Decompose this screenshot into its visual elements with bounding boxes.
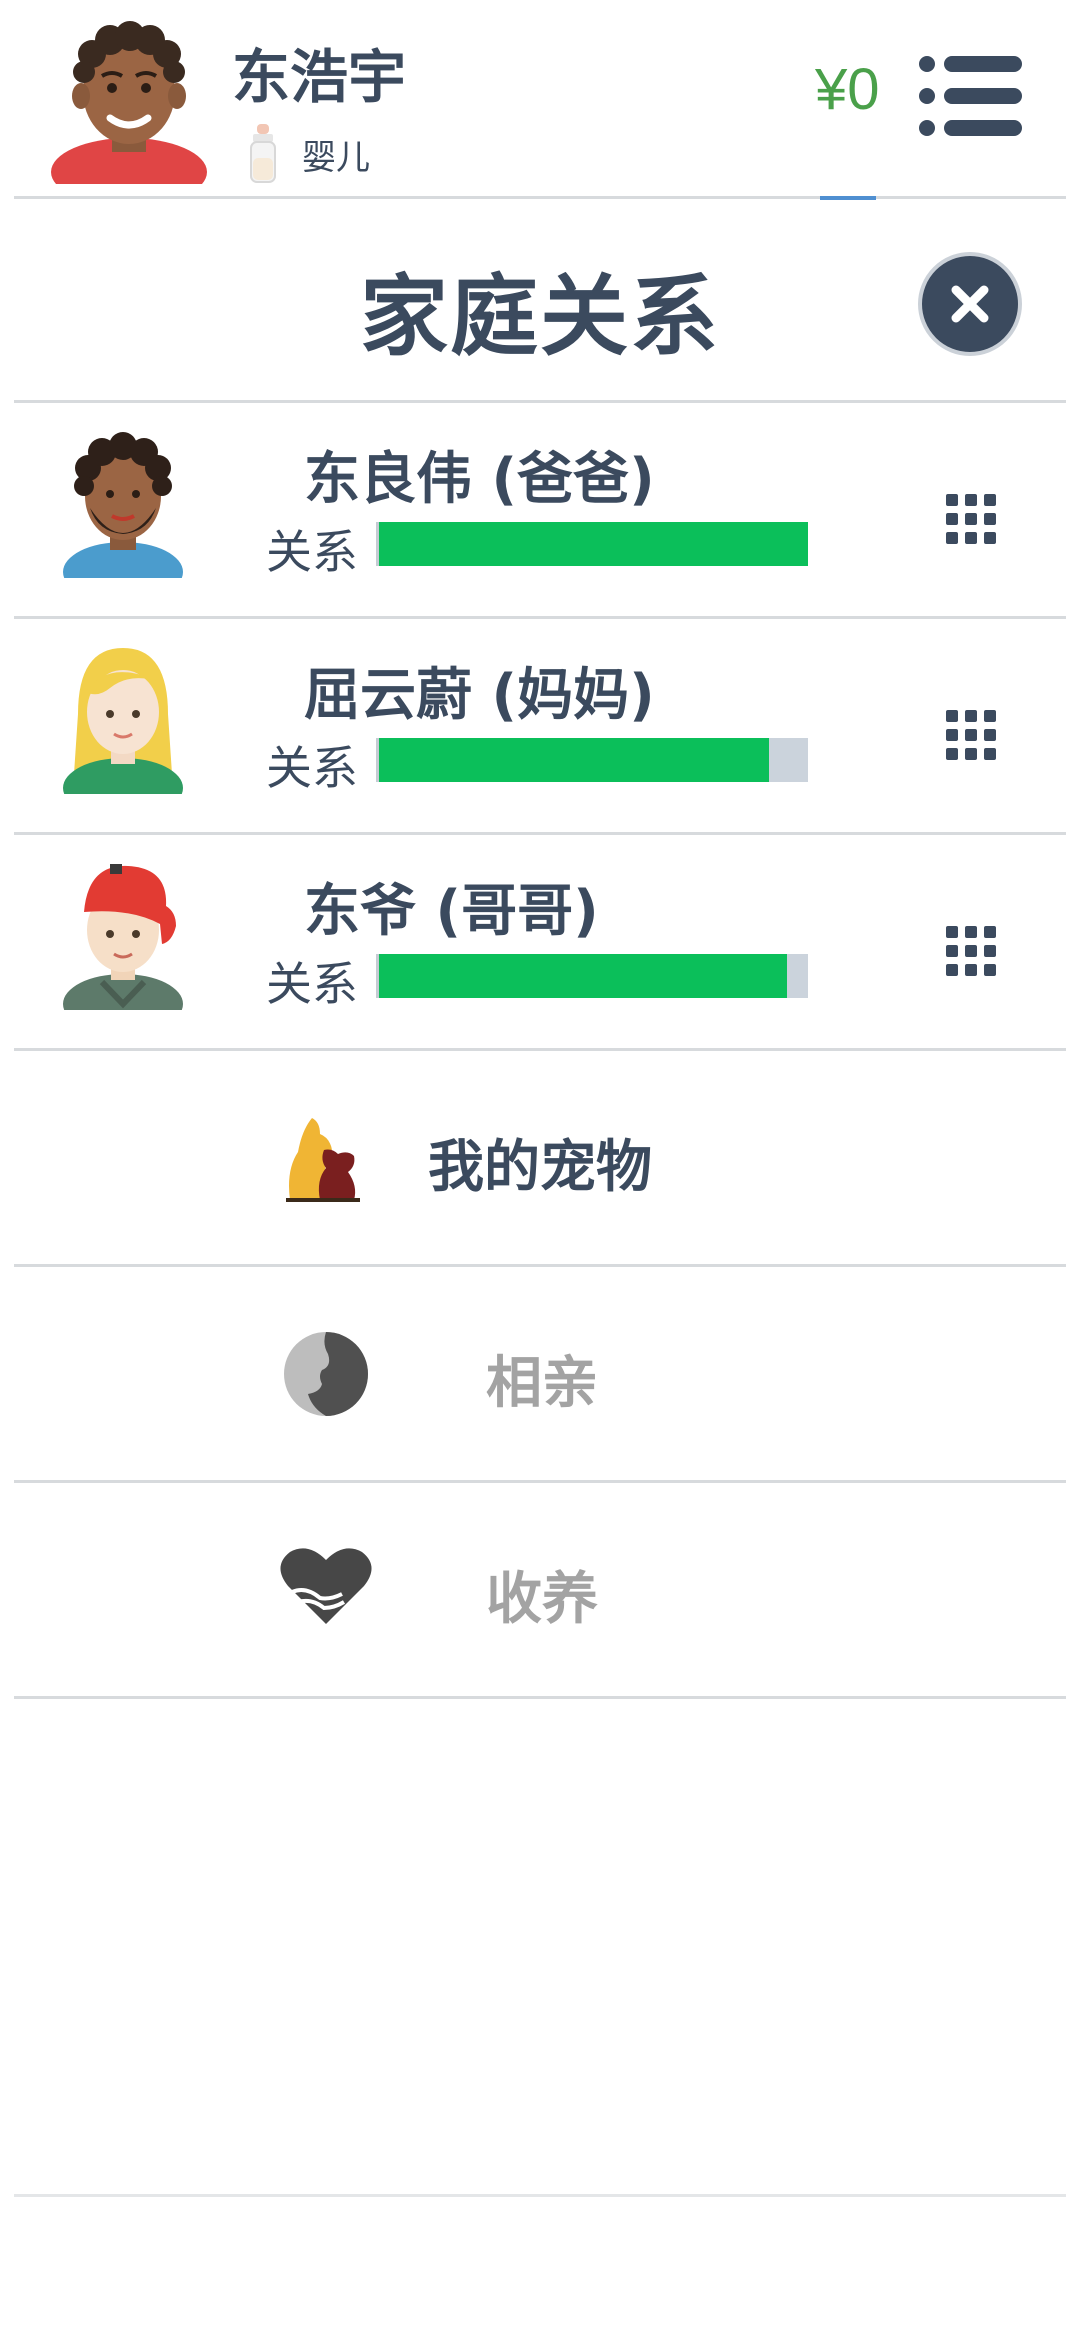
relation-bar	[376, 522, 808, 566]
life-stage: 婴儿	[246, 124, 370, 184]
header-accent-line	[820, 196, 876, 200]
player-name: 东浩宇	[232, 43, 407, 111]
top-header: 东浩宇 婴儿 ¥0	[0, 0, 1080, 196]
dating-icon	[284, 1332, 368, 1416]
dating-menu-item[interactable]: 相亲	[0, 1268, 1080, 1480]
relation-bar-fill	[379, 954, 787, 998]
bottom-divider	[14, 2194, 1066, 2197]
divider	[14, 1264, 1066, 1267]
family-member-name: 东良伟 (爸爸)	[304, 447, 655, 512]
baby-bottle-icon	[250, 124, 276, 183]
more-options-grid-icon[interactable]	[946, 494, 996, 544]
pets-label: 我的宠物	[428, 1135, 652, 1200]
family-row-father[interactable]: 东良伟 (爸爸) 关系	[0, 404, 1080, 616]
relation-bar-fill	[379, 738, 770, 782]
divider	[14, 400, 1066, 403]
close-icon	[951, 285, 989, 323]
relation-label: 关系	[266, 957, 358, 1011]
adopt-menu-item[interactable]: 收养	[0, 1484, 1080, 1696]
adopt-label: 收养	[486, 1567, 598, 1632]
family-member-name: 屈云蔚 (妈妈)	[304, 663, 655, 728]
player-avatar[interactable]	[44, 14, 214, 184]
mother-avatar	[63, 648, 183, 794]
divider	[14, 832, 1066, 835]
divider	[14, 1696, 1066, 1699]
close-button[interactable]	[918, 252, 1022, 356]
family-member-name: 东爷 (哥哥)	[304, 879, 599, 944]
more-options-grid-icon[interactable]	[946, 710, 996, 760]
brother-avatar	[63, 864, 183, 1010]
divider	[14, 1048, 1066, 1051]
life-stage-label: 婴儿	[302, 137, 370, 178]
pets-menu-item[interactable]: 我的宠物	[0, 1052, 1080, 1264]
money-balance: ¥0	[815, 57, 880, 122]
header-divider	[14, 196, 1066, 199]
relation-label: 关系	[266, 525, 358, 579]
relation-label: 关系	[266, 741, 358, 795]
pets-icon	[286, 1118, 360, 1202]
menu-list-icon[interactable]	[918, 54, 1024, 138]
adopt-heart-icon	[280, 1548, 372, 1624]
divider	[14, 1480, 1066, 1483]
family-row-mother[interactable]: 屈云蔚 (妈妈) 关系	[0, 620, 1080, 832]
dating-label: 相亲	[486, 1351, 598, 1416]
family-row-brother[interactable]: 东爷 (哥哥) 关系	[0, 836, 1080, 1048]
more-options-grid-icon[interactable]	[946, 926, 996, 976]
divider	[14, 616, 1066, 619]
relation-bar-fill	[379, 522, 808, 566]
father-avatar	[63, 432, 183, 578]
relation-bar	[376, 738, 808, 782]
relation-bar	[376, 954, 808, 998]
